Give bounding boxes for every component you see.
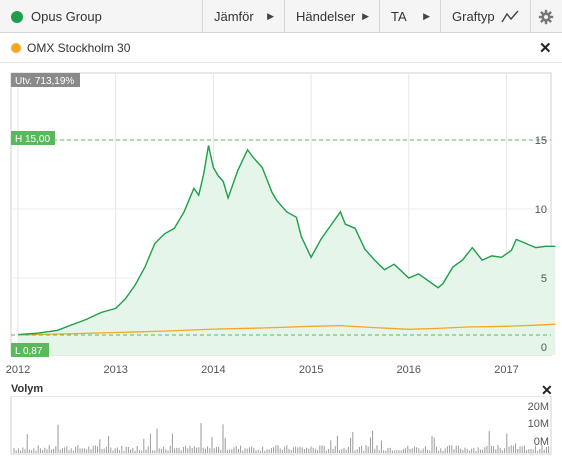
volume-tick-label: 0M <box>534 436 549 448</box>
volume-tick-label: 10M <box>528 418 549 430</box>
chart-type-button[interactable]: Graftyp <box>440 0 530 33</box>
settings-button[interactable] <box>530 0 562 33</box>
volume-title: Volym <box>11 383 44 395</box>
caret-right-icon: ▶ <box>362 11 369 21</box>
high-label: H 15,00 <box>11 131 55 145</box>
x-tick-label: 2016 <box>397 364 421 376</box>
y-tick-label: 5 <box>541 273 547 285</box>
x-tick-label: 2013 <box>103 364 127 376</box>
y-tick-label: 15 <box>535 135 547 147</box>
x-tick-label: 2012 <box>6 364 30 376</box>
change-label-text: Utv. 713,19% <box>15 76 74 87</box>
volume-chart: 20M 10M 0M <box>10 396 552 455</box>
legend-row: OMX Stockholm 30 ✕ <box>0 33 562 63</box>
y-tick-label: 10 <box>535 204 547 216</box>
change-label: Utv. 713,19% <box>11 73 80 87</box>
y-tick-label: 0 <box>541 342 547 354</box>
price-chart[interactable]: 0 5 10 15 2012 2013 2014 2015 2016 2017 Utv. 713… <box>0 63 562 385</box>
events-button[interactable]: Händelser ▶ <box>284 0 379 33</box>
x-tick-label: 2015 <box>299 364 323 376</box>
low-label: L 0,87 <box>11 343 49 357</box>
chart-toolbar: Opus Group Jämför ▶ Händelser ▶ TA ▶ Gra… <box>0 0 562 33</box>
x-tick-label: 2017 <box>494 364 518 376</box>
volume-frame <box>10 396 552 455</box>
compare-label: Jämför <box>214 9 254 24</box>
chart-type-label: Graftyp <box>452 9 495 24</box>
compare-button[interactable]: Jämför ▶ <box>202 0 284 33</box>
instrument-name: Opus Group <box>31 9 102 24</box>
index-color-dot <box>11 42 21 53</box>
line-chart-icon <box>501 10 519 22</box>
events-label: Händelser <box>296 9 356 24</box>
low-label-text: L 0,87 <box>15 346 43 357</box>
ta-label: TA <box>391 9 407 24</box>
remove-index-close-icon[interactable]: ✕ <box>539 39 552 57</box>
series-color-dot <box>11 10 23 23</box>
gear-icon <box>538 9 554 24</box>
high-label-text: H 15,00 <box>15 134 50 145</box>
x-tick-label: 2014 <box>201 364 225 376</box>
caret-right-icon: ▶ <box>267 11 274 21</box>
legend-index-name: OMX Stockholm 30 <box>27 40 131 55</box>
caret-right-icon: ▶ <box>423 11 430 21</box>
volume-tick-label: 20M <box>528 401 549 413</box>
ta-button[interactable]: TA ▶ <box>379 0 440 33</box>
instrument-title: Opus Group <box>0 0 102 33</box>
